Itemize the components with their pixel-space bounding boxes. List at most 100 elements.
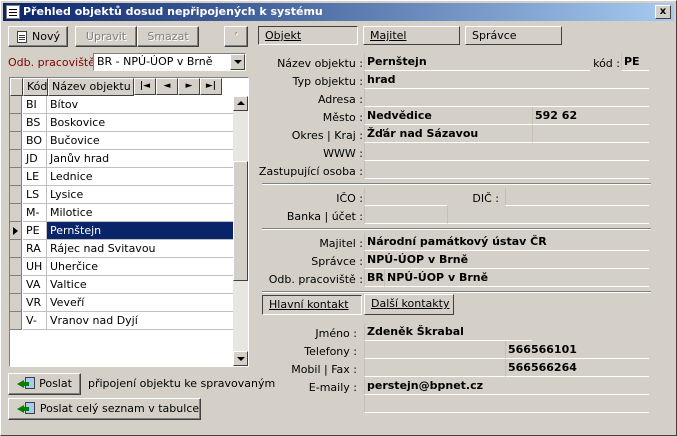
- list-scrollbar[interactable]: [233, 96, 248, 366]
- row-code[interactable]: M-: [23, 204, 47, 222]
- table-row[interactable]: LS Lysice: [10, 186, 233, 204]
- row-name[interactable]: Bítov: [47, 96, 233, 114]
- extra-button[interactable]: ’: [224, 26, 248, 47]
- dropdown-button[interactable]: [230, 54, 245, 70]
- tab-object[interactable]: Objekt: [258, 26, 358, 45]
- nav-first-button[interactable]: |◄: [134, 78, 156, 95]
- table-row[interactable]: UH Uherčice: [10, 258, 233, 276]
- table-row[interactable]: VA Valtice: [10, 276, 233, 294]
- email-field-2[interactable]: [364, 395, 649, 413]
- row-name[interactable]: Janův hrad: [47, 150, 233, 168]
- scroll-thumb[interactable]: [233, 161, 248, 281]
- table-row[interactable]: V- Vranov nad Dyjí: [10, 312, 233, 330]
- row-code[interactable]: VR: [23, 294, 47, 312]
- scroll-up-button[interactable]: [233, 96, 248, 111]
- new-button[interactable]: Nový: [8, 26, 68, 47]
- manager-field[interactable]: NPÚ-ÚOP v Brně: [364, 251, 649, 269]
- fax-field[interactable]: 566566264: [505, 359, 649, 377]
- department-code-field[interactable]: BR: [364, 269, 384, 287]
- row-code[interactable]: JD: [23, 150, 47, 168]
- table-row[interactable]: BS Boskovice: [10, 114, 233, 132]
- mobile-field[interactable]: [364, 359, 505, 377]
- address-field[interactable]: [364, 89, 649, 107]
- row-code[interactable]: LE: [23, 168, 47, 186]
- row-selector[interactable]: [10, 294, 22, 312]
- table-row[interactable]: RA Rájec nad Svitavou: [10, 240, 233, 258]
- row-code[interactable]: UH: [23, 258, 47, 276]
- column-header-name[interactable]: Název objektu: [48, 78, 134, 96]
- send-button[interactable]: Poslat: [8, 373, 81, 395]
- row-selector[interactable]: [10, 240, 22, 258]
- tab-owner[interactable]: Majitel: [363, 26, 460, 45]
- table-row[interactable]: VR Veveří: [10, 294, 233, 312]
- row-code[interactable]: RA: [23, 240, 47, 258]
- row-selector[interactable]: [10, 204, 22, 222]
- www-field[interactable]: [364, 143, 649, 161]
- row-selector[interactable]: [10, 150, 22, 168]
- row-name[interactable]: Bučovice: [47, 132, 233, 150]
- zip-field[interactable]: 592 62: [532, 107, 649, 125]
- row-code[interactable]: LS: [23, 186, 47, 204]
- name-field[interactable]: Pernštejn: [364, 53, 590, 71]
- phone-field-1[interactable]: [364, 341, 505, 359]
- row-code[interactable]: BO: [23, 132, 47, 150]
- nav-last-button[interactable]: ►|: [200, 78, 222, 95]
- row-name[interactable]: Lednice: [47, 168, 233, 186]
- contact-name-field[interactable]: Zdeněk Škrabal: [364, 323, 532, 341]
- type-field[interactable]: hrad: [364, 71, 649, 89]
- table-row[interactable]: BO Bučovice: [10, 132, 233, 150]
- row-name[interactable]: Boskovice: [47, 114, 233, 132]
- row-name[interactable]: Rájec nad Svitavou: [47, 240, 233, 258]
- table-row[interactable]: M- Milotice: [10, 204, 233, 222]
- row-selector[interactable]: [10, 222, 22, 240]
- row-selector[interactable]: [10, 276, 22, 294]
- ico-field[interactable]: [364, 188, 447, 206]
- row-name[interactable]: Lysice: [47, 186, 233, 204]
- column-header-code[interactable]: Kód: [23, 78, 48, 96]
- row-selector[interactable]: [10, 96, 22, 114]
- row-selector[interactable]: [10, 186, 22, 204]
- row-code[interactable]: PE: [23, 222, 47, 240]
- tab-other-contacts[interactable]: Další kontakty: [364, 294, 454, 315]
- row-selector[interactable]: [10, 312, 22, 330]
- edit-button[interactable]: Upravit: [75, 26, 137, 47]
- row-name[interactable]: Uherčice: [47, 258, 233, 276]
- representative-field[interactable]: [364, 161, 649, 179]
- send-all-button[interactable]: Poslat celý seznam v tabulce: [8, 398, 201, 420]
- row-selector[interactable]: [10, 168, 22, 186]
- tab-manager[interactable]: Správce: [465, 26, 562, 45]
- email-field[interactable]: perstejn@bpnet.cz: [364, 377, 649, 395]
- department-field[interactable]: NPÚ-ÚOP v Brně: [384, 269, 649, 287]
- row-selector[interactable]: [10, 258, 22, 276]
- nav-next-button[interactable]: ►: [178, 78, 200, 95]
- row-selector[interactable]: [10, 132, 22, 150]
- delete-button[interactable]: Smazat: [137, 26, 199, 47]
- row-selector[interactable]: [10, 114, 22, 132]
- scroll-down-button[interactable]: [233, 351, 248, 366]
- row-code[interactable]: V-: [23, 312, 47, 330]
- table-row[interactable]: JD Janův hrad: [10, 150, 233, 168]
- close-button[interactable]: x: [655, 5, 671, 19]
- district-field[interactable]: Žďár nad Sázavou: [364, 125, 532, 143]
- row-name[interactable]: Milotice: [47, 204, 233, 222]
- nav-prev-button[interactable]: ◄: [156, 78, 178, 95]
- city-field[interactable]: Nedvědice: [364, 107, 532, 125]
- region-field[interactable]: [532, 125, 649, 143]
- row-code[interactable]: VA: [23, 276, 47, 294]
- row-name[interactable]: Vranov nad Dyjí: [47, 312, 233, 330]
- table-row[interactable]: BI Bítov: [10, 96, 233, 114]
- phone-field-2[interactable]: 566566101: [505, 341, 649, 359]
- owner-field[interactable]: Národní památkový ústav ČR: [364, 233, 649, 251]
- row-code[interactable]: BI: [23, 96, 47, 114]
- table-row[interactable]: PE Pernštejn: [10, 222, 233, 240]
- code-field[interactable]: PE: [621, 53, 649, 71]
- tab-main-contact[interactable]: Hlavní kontakt: [262, 295, 362, 315]
- row-name[interactable]: Valtice: [47, 276, 233, 294]
- row-code[interactable]: BS: [23, 114, 47, 132]
- table-row[interactable]: LE Lednice: [10, 168, 233, 186]
- bank-field[interactable]: [364, 206, 447, 224]
- row-name[interactable]: Pernštejn: [47, 222, 233, 240]
- account-field[interactable]: [447, 206, 649, 224]
- row-name[interactable]: Veveří: [47, 294, 233, 312]
- department-select[interactable]: BR - NPÚ-ÚOP v Brně: [93, 53, 246, 71]
